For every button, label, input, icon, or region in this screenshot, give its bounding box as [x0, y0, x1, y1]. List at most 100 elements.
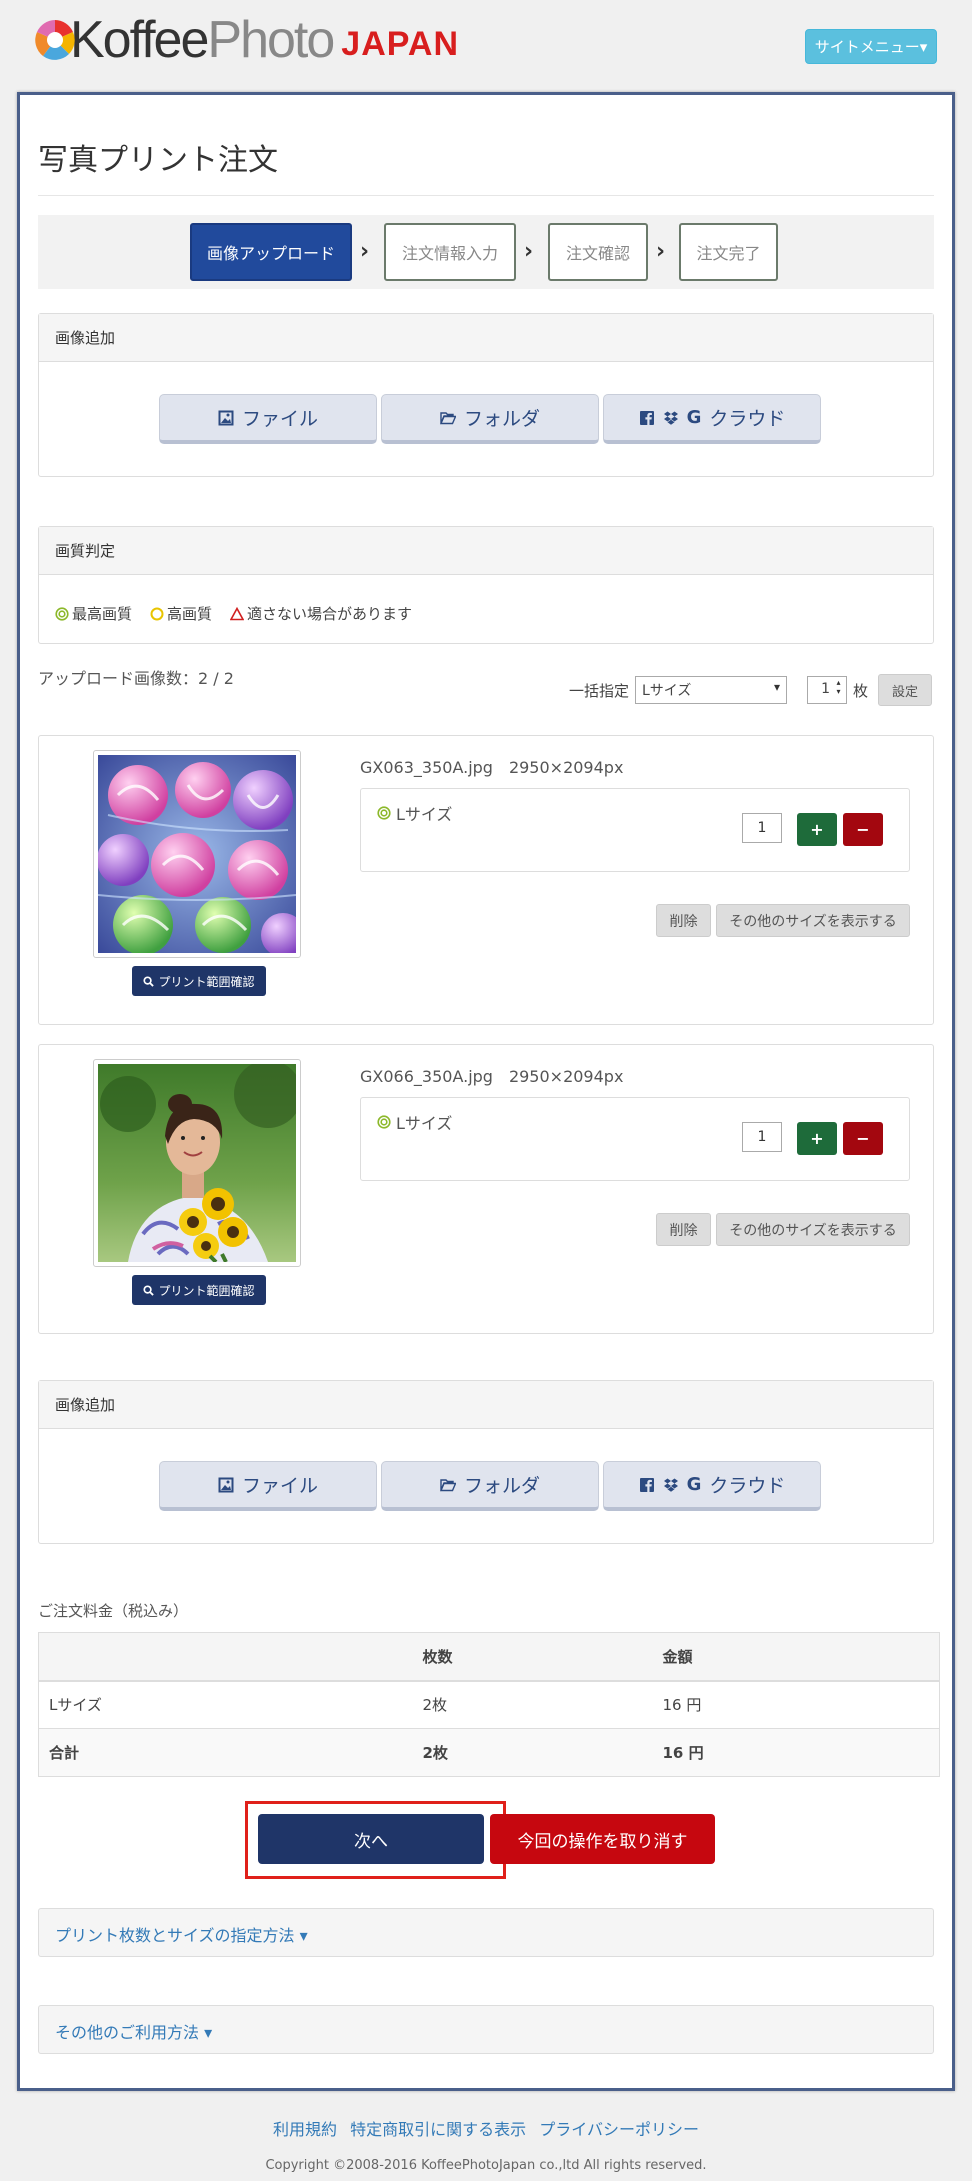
quantity-input[interactable]: 1 [742, 1122, 782, 1152]
folder-label: フォルダ [463, 408, 540, 430]
best-quality-icon [377, 1115, 391, 1129]
high-quality-icon [150, 607, 164, 620]
google-icon: G [686, 1474, 702, 1495]
fee-table: 枚数 金額 Lサイズ 2枚 16 円 合計 2枚 16 円 [38, 1632, 940, 1777]
dropbox-icon [663, 1478, 678, 1492]
logo-mark-icon [34, 18, 76, 62]
file-upload-button[interactable]: ファイル [159, 394, 377, 444]
size-entry: Lサイズ 1 + − [360, 788, 910, 872]
step-order-info: 注文情報入力 [384, 223, 516, 281]
search-icon [143, 1284, 155, 1296]
decrement-button[interactable]: − [843, 813, 883, 846]
size-label: Lサイズ [377, 1110, 452, 1134]
step-order-complete: 注文完了 [679, 223, 778, 281]
other-usage-accordion[interactable]: その他のご利用方法 ▾ [38, 2005, 934, 2054]
show-other-sizes-button[interactable]: その他のサイズを表示する [716, 904, 910, 937]
terms-link[interactable]: 利用規約 [273, 2120, 337, 2139]
increment-button[interactable]: + [797, 813, 837, 846]
chevron-right-icon: › [656, 239, 666, 264]
footer-links: 利用規約 特定商取引に関する表示 プライバシーポリシー [0, 2116, 972, 2140]
decrement-button[interactable]: − [843, 1122, 883, 1155]
show-other-sizes-button[interactable]: その他のサイズを表示する [716, 1213, 910, 1246]
logo-japan: JAPAN [341, 24, 460, 63]
panel-heading: 画質判定 [39, 527, 933, 575]
order-steps: 画像アップロード › 注文情報入力 › 注文確認 › 注文完了 [38, 215, 934, 289]
file-name: GX066_350A.jpg 2950×2094px [360, 1067, 624, 1086]
print-range-button[interactable]: プリント範囲確認 [132, 966, 266, 996]
cloud-label: クラウド [709, 408, 786, 430]
site-logo[interactable]: KoffeePhoto JAPAN [34, 14, 459, 66]
cloud-label: クラウド [709, 1475, 786, 1497]
warning-triangle-icon [230, 606, 245, 620]
quality-warning: 適さない場合があります [230, 603, 412, 624]
increment-button[interactable]: + [797, 1122, 837, 1155]
upload-item: プリント範囲確認 GX066_350A.jpg 2950×2094px Lサイズ… [38, 1044, 934, 1334]
howto-accordion[interactable]: プリント枚数とサイズの指定方法 ▾ [38, 1908, 934, 1957]
chevron-right-icon: › [524, 239, 534, 264]
photo-water-balloons [98, 755, 296, 953]
best-quality-icon [377, 806, 391, 820]
folder-open-icon [439, 411, 456, 424]
upload-item: プリント範囲確認 GX063_350A.jpg 2950×2094px Lサイズ… [38, 735, 934, 1025]
file-label: ファイル [241, 1475, 318, 1497]
bulk-set-button[interactable]: 設定 [878, 674, 932, 706]
file-upload-button[interactable]: ファイル [159, 1461, 377, 1511]
facebook-icon [639, 1477, 654, 1492]
commercial-law-link[interactable]: 特定商取引に関する表示 [350, 2120, 526, 2139]
cloud-upload-button[interactable]: G クラウド [603, 394, 821, 444]
bulk-label: 一括指定 [568, 681, 629, 700]
image-file-icon [218, 1477, 234, 1492]
delete-button[interactable]: 削除 [656, 904, 711, 937]
size-entry: Lサイズ 1 + − [360, 1097, 910, 1181]
size-label: Lサイズ [377, 801, 452, 825]
cloud-upload-button[interactable]: G クラウド [603, 1461, 821, 1511]
folder-upload-button[interactable]: フォルダ [381, 394, 599, 444]
fee-title: ご注文料金（税込み） [38, 1602, 189, 1620]
bulk-unit: 枚 [852, 681, 868, 700]
fee-header-row: 枚数 金額 [38, 1632, 940, 1682]
delete-button[interactable]: 削除 [656, 1213, 711, 1246]
quality-best: 最高画質 [55, 603, 132, 624]
folder-upload-button[interactable]: フォルダ [381, 1461, 599, 1511]
photo-thumbnail[interactable] [93, 1059, 301, 1267]
fee-header-blank [38, 1632, 413, 1682]
fee-item-amount: 16 円 [652, 1680, 940, 1729]
page-title: 写真プリント注文 [38, 143, 278, 178]
chevron-right-icon: › [360, 239, 370, 264]
bulk-setting: 一括指定 Lサイズ 1 枚 設定 [569, 674, 932, 706]
step-order-confirm: 注文確認 [548, 223, 648, 281]
folder-label: フォルダ [463, 1475, 540, 1497]
file-name: GX063_350A.jpg 2950×2094px [360, 758, 624, 777]
fee-total-row: 合計 2枚 16 円 [38, 1728, 940, 1777]
step-image-upload: 画像アップロード [190, 223, 352, 281]
facebook-icon [639, 410, 654, 425]
next-button[interactable]: 次へ [258, 1814, 484, 1864]
quality-panel: 画質判定 最高画質 高画質 適さない場合があります [38, 526, 934, 644]
file-label: ファイル [241, 408, 318, 430]
fee-total-amount: 16 円 [652, 1728, 940, 1777]
site-header: KoffeePhoto JAPAN サイトメニュー▾ [0, 0, 972, 92]
photo-thumbnail[interactable] [93, 750, 301, 958]
image-file-icon [218, 410, 234, 425]
copyright: Copyright ©2008-2016 KoffeePhotoJapan co… [265, 2158, 707, 2173]
print-range-button[interactable]: プリント範囲確認 [132, 1275, 266, 1305]
bulk-size-select[interactable]: Lサイズ [634, 676, 787, 704]
title-divider [38, 195, 934, 196]
panel-heading: 画像追加 [39, 1381, 933, 1429]
site-menu-button[interactable]: サイトメニュー▾ [805, 29, 937, 64]
fee-total-qty: 2枚 [412, 1728, 653, 1777]
dropbox-icon [663, 411, 678, 425]
logo-wordmark: KoffeePhoto [70, 11, 335, 69]
fee-total-name: 合計 [38, 1728, 413, 1777]
fee-item-name: Lサイズ [38, 1680, 413, 1729]
privacy-policy-link[interactable]: プライバシーポリシー [539, 2120, 699, 2139]
cancel-operation-button[interactable]: 今回の操作を取り消す [490, 1814, 715, 1864]
panel-heading: 画像追加 [39, 314, 933, 362]
google-icon: G [686, 407, 702, 428]
quality-high: 高画質 [150, 603, 212, 624]
upload-count: アップロード画像数：2 / 2 [38, 669, 234, 688]
main-container: 写真プリント注文 画像アップロード › 注文情報入力 › 注文確認 › 注文完了… [17, 92, 955, 2091]
fee-header-amount: 金額 [652, 1632, 940, 1682]
bulk-qty-spinner[interactable]: 1 [806, 676, 847, 704]
quantity-input[interactable]: 1 [742, 813, 782, 843]
